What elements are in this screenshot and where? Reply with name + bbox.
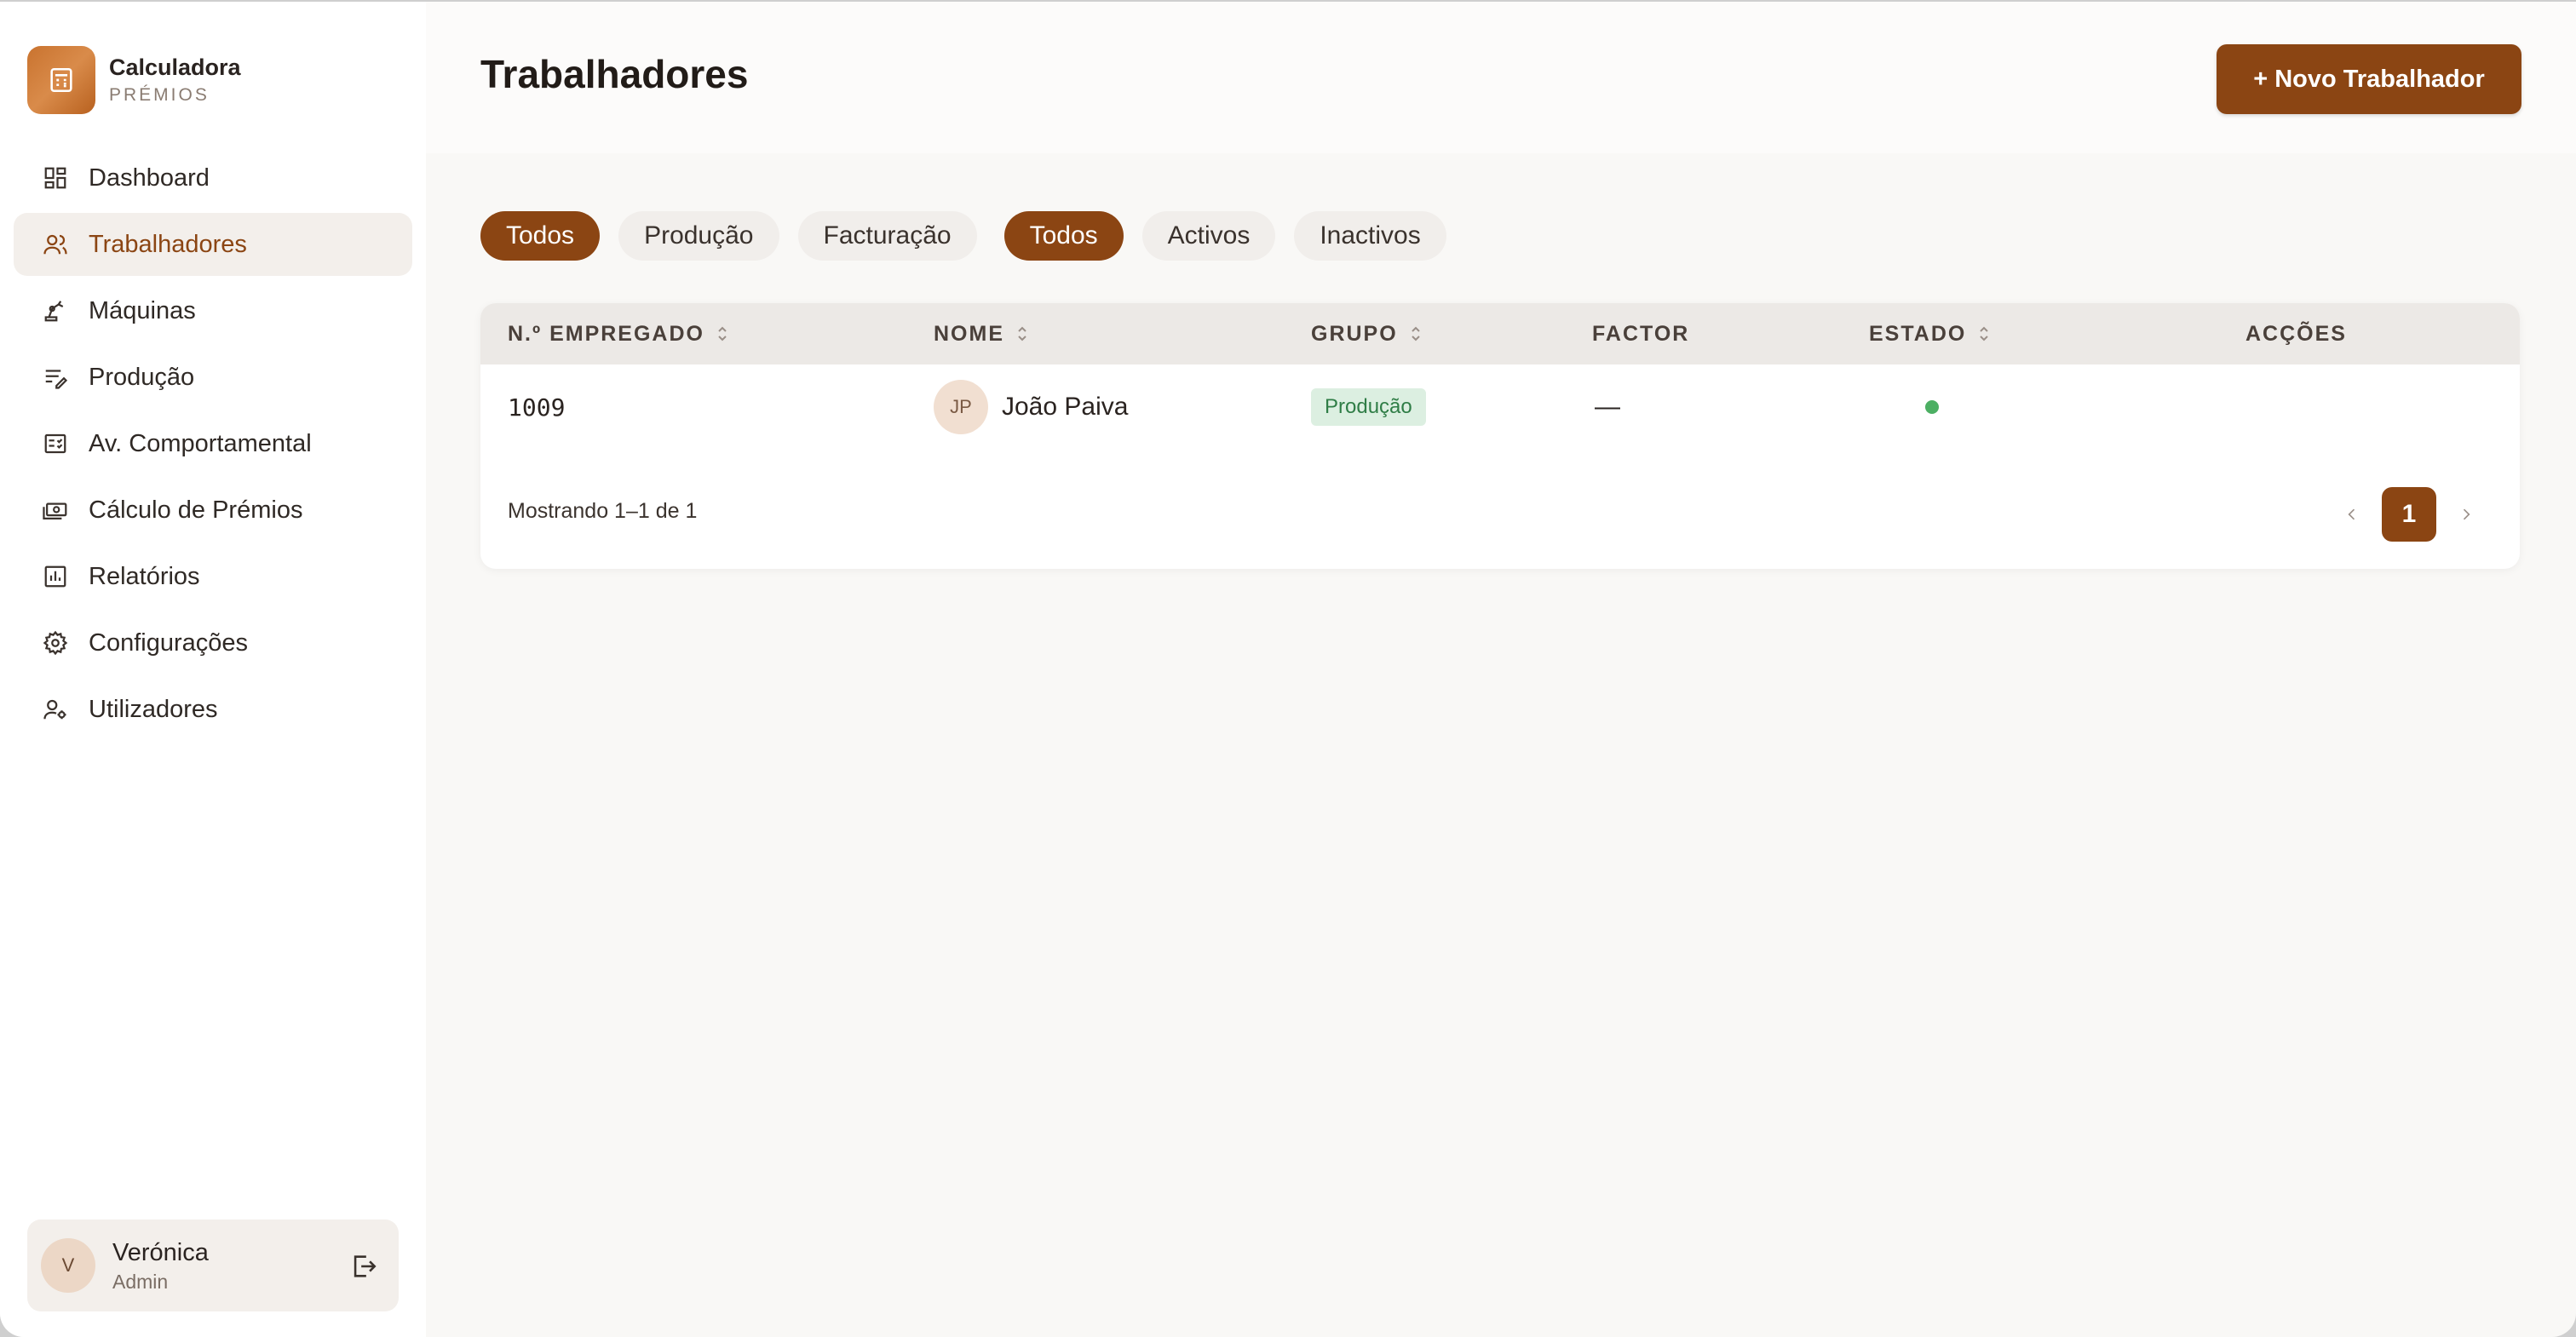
- users-icon: [41, 230, 70, 259]
- dashboard-icon: [41, 164, 70, 192]
- employee-number: 1009: [508, 393, 566, 422]
- sort-icon: [1411, 326, 1420, 341]
- sidebar-item-maquinas[interactable]: Máquinas: [14, 279, 412, 342]
- filter-status-active[interactable]: Activos: [1141, 211, 1276, 261]
- sidebar-item-dashboard[interactable]: Dashboard: [14, 146, 412, 209]
- table-row[interactable]: 1009 JP João Paiva Produção —: [480, 364, 2520, 450]
- sidebar-item-utilizadores[interactable]: Utilizadores: [14, 678, 412, 741]
- cell-group: Produção: [1311, 364, 1426, 450]
- column-header-group[interactable]: GRUPO: [1311, 303, 1422, 364]
- page-title: Trabalhadores: [480, 52, 749, 96]
- column-header-actions: ACÇÕES: [2245, 303, 2347, 364]
- column-label: ACÇÕES: [2245, 321, 2347, 346]
- column-header-emp-no[interactable]: N.º EMPREGADO: [508, 303, 728, 364]
- group-badge: Produção: [1311, 388, 1426, 426]
- column-label: N.º EMPREGADO: [508, 321, 704, 346]
- production-list-icon: [41, 363, 70, 392]
- money-icon: [41, 496, 70, 525]
- page-button-current[interactable]: 1: [2382, 487, 2436, 542]
- sidebar-item-label: Produção: [89, 363, 195, 391]
- column-header-factor: FACTOR: [1592, 303, 1689, 364]
- bar-chart-icon: [41, 562, 70, 591]
- sort-icon: [1980, 326, 1989, 341]
- user-card: V Verónica Admin: [27, 1219, 399, 1311]
- sidebar-item-label: Máquinas: [89, 296, 196, 324]
- brand-subtitle: PRÉMIOS: [109, 85, 210, 105]
- brand[interactable]: Calculadora PRÉMIOS: [27, 46, 241, 114]
- logout-icon[interactable]: [349, 1252, 378, 1281]
- sidebar-item-label: Utilizadores: [89, 695, 218, 723]
- user-role: Admin: [112, 1271, 169, 1293]
- table-header: N.º EMPREGADO NOME GRUPO FACTOR ESTADO A…: [480, 303, 2520, 364]
- avatar: V: [41, 1238, 95, 1293]
- user-settings-icon: [41, 695, 70, 724]
- cell-status: [1925, 364, 1939, 450]
- pagination-summary: Mostrando 1–1 de 1: [508, 499, 698, 523]
- filter-status-all[interactable]: Todos: [1003, 211, 1124, 261]
- main-content: Trabalhadores + Novo Trabalhador Todos P…: [426, 2, 2576, 1337]
- app-window: Calculadora PRÉMIOS Dashboard Trabalhado…: [0, 2, 2576, 1337]
- status-active-dot: [1925, 400, 1939, 414]
- sidebar-item-producao[interactable]: Produção: [14, 346, 412, 409]
- column-header-name[interactable]: NOME: [934, 303, 1028, 364]
- pagination: 1: [2339, 487, 2479, 542]
- sidebar-item-calculo-premios[interactable]: Cálculo de Prémios: [14, 479, 412, 542]
- sidebar-item-av-comportamental[interactable]: Av. Comportamental: [14, 412, 412, 475]
- avatar: JP: [934, 380, 988, 434]
- column-label: NOME: [934, 321, 1004, 346]
- sidebar-item-label: Trabalhadores: [89, 230, 247, 258]
- sort-icon: [718, 326, 727, 341]
- filter-group-producao[interactable]: Produção: [618, 211, 779, 261]
- filter-status-inactive[interactable]: Inactivos: [1294, 211, 1446, 261]
- chevron-left-icon[interactable]: [2339, 502, 2365, 527]
- page-header: Trabalhadores + Novo Trabalhador: [426, 2, 2576, 153]
- sidebar-item-label: Configurações: [89, 628, 248, 657]
- workers-table: N.º EMPREGADO NOME GRUPO FACTOR ESTADO A…: [480, 303, 2520, 569]
- machine-icon: [41, 296, 70, 325]
- sidebar-item-relatorios[interactable]: Relatórios: [14, 545, 412, 608]
- new-worker-button[interactable]: + Novo Trabalhador: [2217, 44, 2521, 114]
- evaluation-icon: [41, 429, 70, 458]
- filter-group-facturacao[interactable]: Facturação: [797, 211, 977, 261]
- column-label: ESTADO: [1869, 321, 1967, 346]
- factor-value: —: [1595, 393, 1620, 421]
- sidebar-item-label: Dashboard: [89, 164, 210, 192]
- column-label: FACTOR: [1592, 321, 1690, 346]
- filter-group-all[interactable]: Todos: [480, 211, 601, 261]
- filter-bar: Todos Produção Facturação Todos Activos …: [480, 211, 1465, 261]
- user-name: Verónica: [112, 1239, 209, 1266]
- sidebar-item-label: Av. Comportamental: [89, 429, 312, 457]
- sidebar: Calculadora PRÉMIOS Dashboard Trabalhado…: [0, 2, 426, 1337]
- sidebar-item-label: Cálculo de Prémios: [89, 496, 303, 524]
- cell-emp-no: 1009: [508, 364, 565, 450]
- sidebar-item-configuracoes[interactable]: Configurações: [14, 611, 412, 674]
- cell-name: JP João Paiva: [934, 364, 1128, 450]
- chevron-right-icon[interactable]: [2453, 502, 2479, 527]
- sidebar-item-trabalhadores[interactable]: Trabalhadores: [14, 213, 412, 276]
- cell-factor: —: [1595, 364, 1620, 450]
- brand-name: Calculadora: [109, 55, 241, 80]
- gear-icon: [41, 628, 70, 657]
- sort-icon: [1018, 326, 1026, 341]
- sidebar-item-label: Relatórios: [89, 562, 200, 590]
- sidebar-nav: Dashboard Trabalhadores Máquinas Produçã…: [14, 146, 412, 744]
- calculator-icon: [27, 46, 95, 114]
- column-header-status[interactable]: ESTADO: [1869, 303, 1990, 364]
- worker-name: João Paiva: [1002, 393, 1129, 421]
- column-label: GRUPO: [1311, 321, 1398, 346]
